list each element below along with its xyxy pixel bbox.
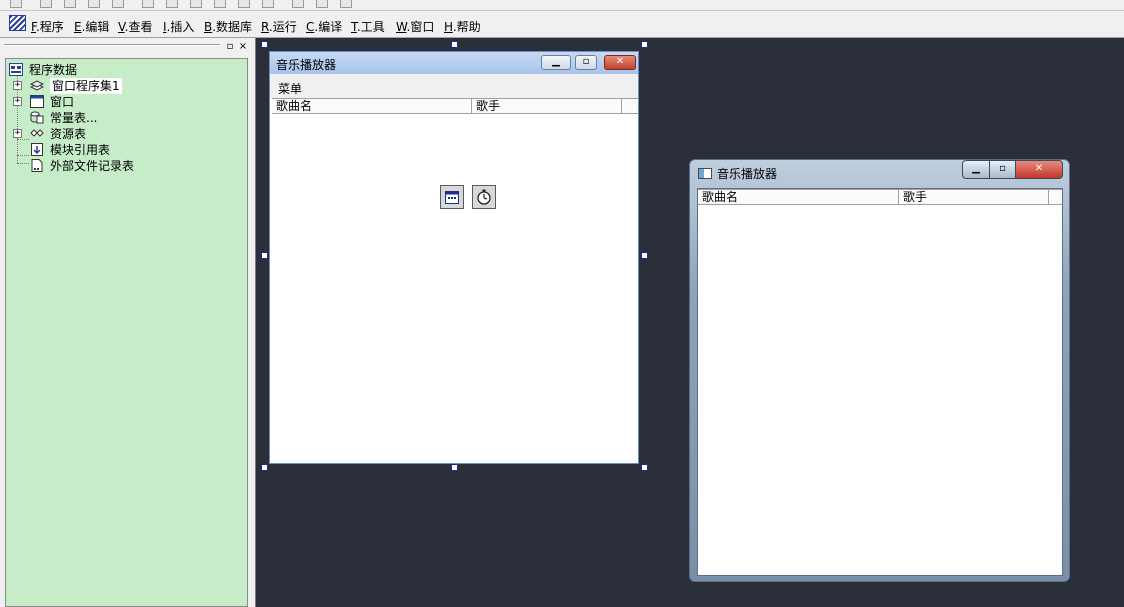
app-logo-icon[interactable]: [9, 15, 26, 31]
tree-item-external-files[interactable]: 外部文件记录表: [6, 158, 206, 174]
design-window-titlebar[interactable]: 音乐播放器 ▁ ▫ ✕: [270, 52, 638, 74]
panel-restore-icon[interactable]: ▫: [225, 42, 235, 52]
tree-item-window[interactable]: + 窗口: [6, 94, 206, 110]
menu-window[interactable]: W.窗口: [396, 18, 434, 35]
constant-table-icon: [30, 111, 44, 124]
resize-handle-bottom-right[interactable]: [641, 464, 648, 471]
external-file-icon: [31, 159, 43, 172]
maximize-button[interactable]: ▫: [575, 55, 597, 70]
toolbar-button[interactable]: [340, 0, 352, 8]
toolbar-button[interactable]: [40, 0, 52, 8]
column-header-singer[interactable]: 歌手: [899, 190, 1049, 205]
column-header-singer[interactable]: 歌手: [472, 99, 622, 114]
program-data-tree: 程序数据 + 窗口程序集1 + 窗口 常量表... + 资源表 模块引用表 外部…: [5, 58, 248, 607]
resize-handle-top-right[interactable]: [641, 41, 648, 48]
minimize-button[interactable]: ▁: [541, 55, 571, 70]
program-data-icon: [9, 63, 23, 76]
design-window[interactable]: 音乐播放器 ▁ ▫ ✕ 菜单 歌曲名 歌手: [269, 51, 639, 464]
menu-insert[interactable]: I.插入: [163, 18, 194, 35]
song-list[interactable]: [698, 205, 1062, 575]
menu-compile[interactable]: C.编译: [306, 18, 342, 35]
panel-close-icon[interactable]: ×: [238, 42, 248, 52]
calendar-component-icon: [445, 191, 459, 204]
column-header-song-name[interactable]: 歌曲名: [698, 190, 899, 205]
panel-grip[interactable]: [4, 44, 220, 46]
app-window-icon: [698, 168, 712, 179]
minimize-button[interactable]: ▁: [962, 160, 990, 179]
preview-window-title: 音乐播放器: [717, 167, 778, 181]
tree-item-resources[interactable]: + 资源表: [6, 126, 206, 142]
close-button[interactable]: ✕: [604, 55, 636, 70]
menu-database[interactable]: B.数据库: [204, 18, 252, 35]
menubar: F.程序 E.编辑 V.查看 I.插入 B.数据库 R.运行 C.编译 T.工具…: [0, 11, 1124, 38]
menu-program[interactable]: F.程序: [31, 18, 64, 35]
menu-view[interactable]: V.查看: [118, 18, 153, 35]
menu-tools[interactable]: T.工具: [351, 18, 385, 35]
song-list-header: 歌曲名 歌手: [272, 98, 638, 114]
expand-icon[interactable]: +: [13, 81, 22, 90]
close-button[interactable]: ✕: [1015, 160, 1063, 179]
resize-handle-right[interactable]: [641, 252, 648, 259]
song-list[interactable]: [272, 114, 638, 463]
resize-handle-bottom-left[interactable]: [261, 464, 268, 471]
window-icon: [30, 95, 44, 108]
tree-item-constants[interactable]: 常量表...: [6, 110, 206, 126]
tree-item-module-references[interactable]: 模块引用表: [6, 142, 206, 158]
tree-item-assembly[interactable]: + 窗口程序集1: [6, 78, 246, 94]
menu-run[interactable]: R.运行: [261, 18, 297, 35]
module-reference-icon: [31, 143, 43, 156]
toolbar-button[interactable]: [88, 0, 100, 8]
resize-handle-top[interactable]: [451, 41, 458, 48]
expand-icon[interactable]: +: [13, 97, 22, 106]
menu-edit[interactable]: E.编辑: [74, 18, 109, 35]
toolbar-button[interactable]: [142, 0, 154, 8]
toolbar-button[interactable]: [166, 0, 178, 8]
toolbar: [0, 0, 1124, 11]
tree-root[interactable]: 程序数据: [6, 62, 206, 78]
resize-handle-left[interactable]: [261, 252, 268, 259]
expand-icon[interactable]: +: [13, 129, 22, 138]
maximize-button[interactable]: ▫: [989, 160, 1016, 179]
program-data-panel: ▫ × 程序数据 + 窗口程序集1 + 窗口 常量表... + 资源表 模块引用…: [0, 38, 256, 607]
resize-handle-top-left[interactable]: [261, 41, 268, 48]
toolbar-button[interactable]: [292, 0, 304, 8]
design-window-menubar: 菜单: [270, 74, 638, 98]
column-header-song-name[interactable]: 歌曲名: [272, 99, 472, 114]
assembly-icon: [30, 80, 44, 91]
preview-client-area: 歌曲名 歌手: [697, 188, 1063, 576]
toolbar-button[interactable]: [64, 0, 76, 8]
toolbar-button[interactable]: [262, 0, 274, 8]
preview-caption-buttons: ▁ ▫ ✕: [962, 160, 1065, 179]
timer-component-icon: [477, 189, 491, 205]
design-window-title: 音乐播放器: [276, 58, 337, 72]
song-list-header: 歌曲名 歌手: [698, 189, 1062, 205]
toolbar-button[interactable]: [10, 0, 22, 8]
resize-handle-bottom[interactable]: [451, 464, 458, 471]
toolbar-button[interactable]: [190, 0, 202, 8]
toolbar-button[interactable]: [316, 0, 328, 8]
component-icon[interactable]: [440, 185, 464, 209]
preview-window[interactable]: 音乐播放器 ▁ ▫ ✕ 歌曲名 歌手: [689, 159, 1070, 582]
toolbar-button[interactable]: [112, 0, 124, 8]
menu-help[interactable]: H.帮助: [444, 18, 481, 35]
toolbar-button[interactable]: [214, 0, 226, 8]
resource-table-icon: [30, 129, 44, 137]
toolbar-button[interactable]: [238, 0, 250, 8]
design-menu-label[interactable]: 菜单: [278, 80, 302, 97]
component-icon[interactable]: [472, 185, 496, 209]
